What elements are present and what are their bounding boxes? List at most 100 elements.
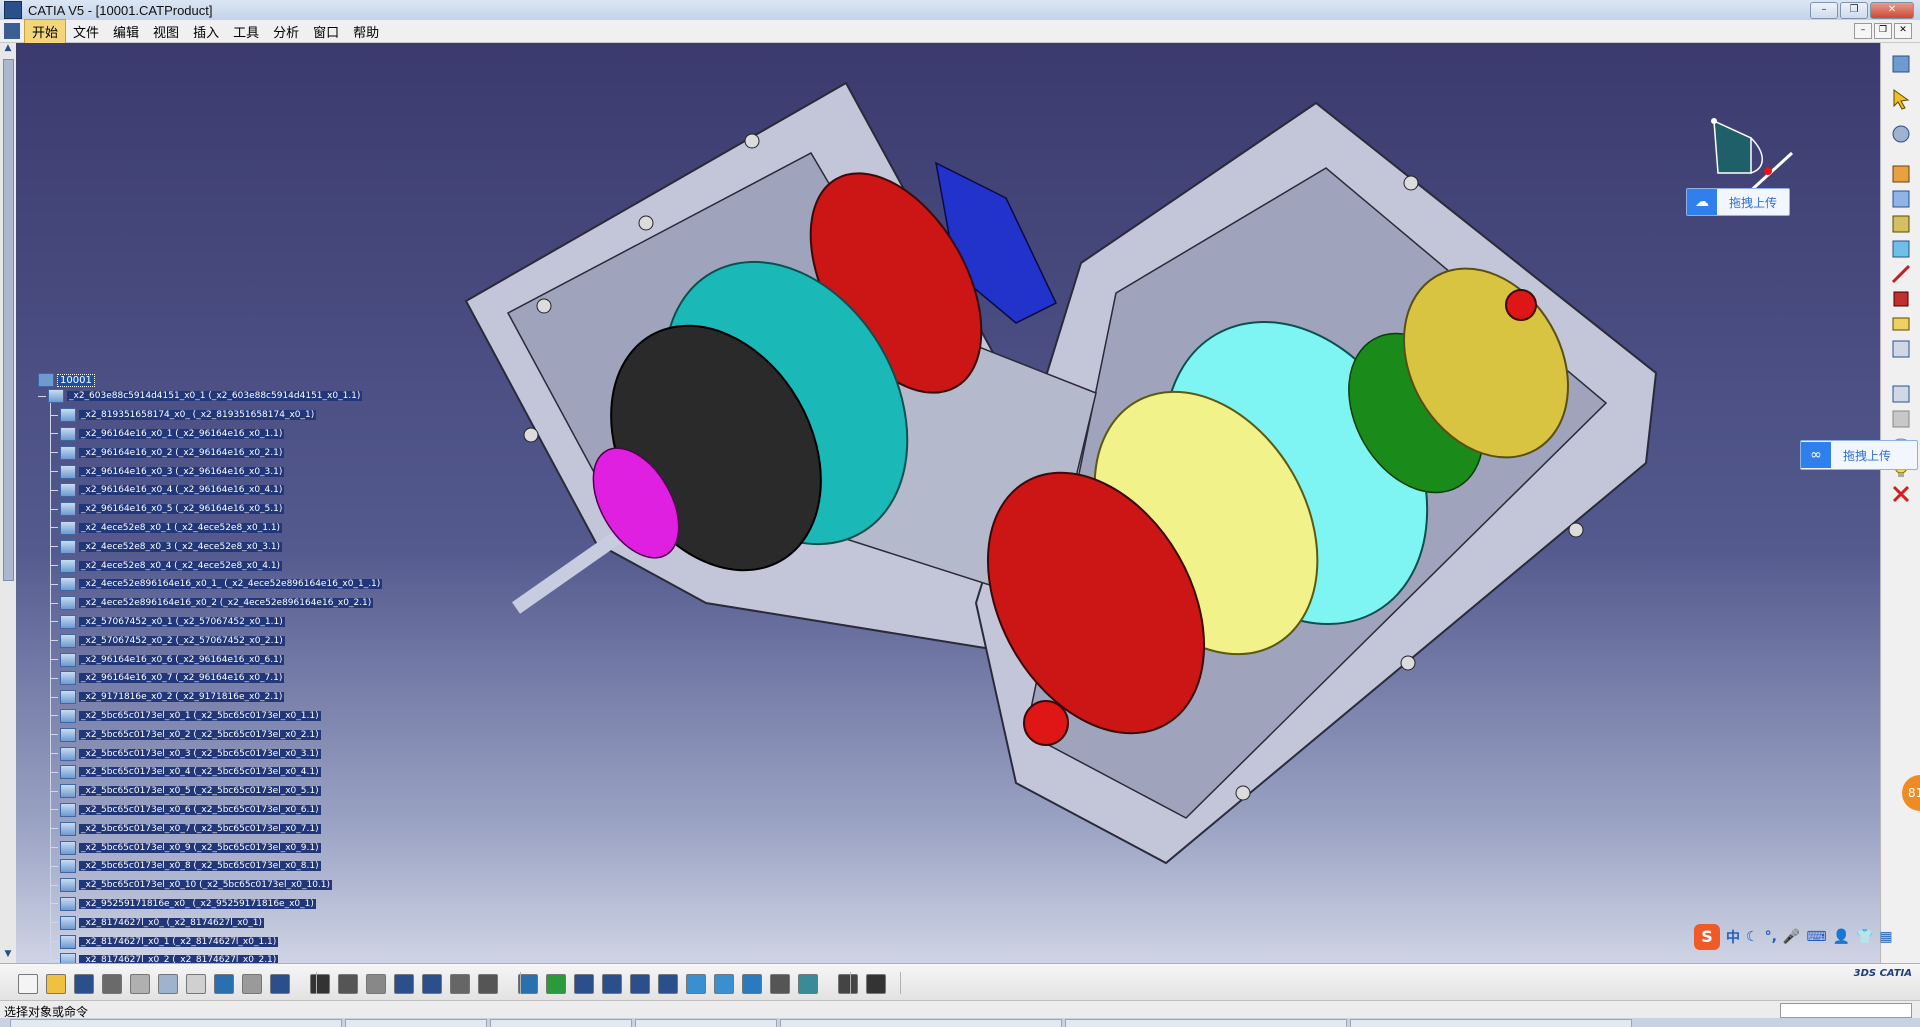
existing-component-icon[interactable] [1890,163,1912,185]
punctuation-icon[interactable]: °, [1765,929,1777,945]
menu-analyze[interactable]: 分析 [266,20,306,43]
normal-view-icon[interactable] [686,974,706,994]
tree-node[interactable]: _x2_96164e16_x0_5 (_x2_96164e16_x0_5.1) [38,500,382,519]
move-icon[interactable] [574,974,594,994]
tree-node[interactable]: _x2_5bc65c0173el_x0_1 (_x2_5bc65c0173el_… [38,707,382,726]
tree-node-label[interactable]: _x2_5bc65c0173el_x0_6 (_x2_5bc65c0173el_… [79,804,321,815]
drag-upload-side-widget[interactable]: ∞ 拖拽上传 [1800,440,1918,470]
user-icon[interactable]: 👤 [1833,929,1850,945]
tree-node-label[interactable]: _x2_5bc65c0173el_x0_10 (_x2_5bc65c0173el… [79,880,333,891]
formula-icon[interactable] [310,974,330,994]
microphone-icon[interactable]: 🎤 [1783,929,1800,945]
cut-icon[interactable] [130,974,150,994]
tree-node-label[interactable]: _x2_96164e16_x0_4 (_x2_96164e16_x0_4.1) [79,485,285,496]
rotate-icon[interactable] [602,974,622,994]
menu-file[interactable]: 文件 [66,20,106,43]
moon-icon[interactable]: ☾ [1746,929,1759,945]
tree-node[interactable]: _x2_5bc65c0173el_x0_2 (_x2_5bc65c0173el_… [38,725,382,744]
parameter-icon[interactable] [478,974,498,994]
tree-node-label[interactable]: _x2_4ece52e8_x0_4 (_x2_4ece52e8_x0_4.1) [79,560,283,571]
swap-icon[interactable] [798,974,818,994]
pan-icon[interactable] [518,974,538,994]
undo-icon[interactable] [214,974,234,994]
tree-node[interactable]: _x2_8174627l_x0_1 (_x2_8174627l_x0_1.1) [38,932,382,951]
save-icon[interactable] [74,974,94,994]
tree-node[interactable]: _x2_96164e16_x0_4 (_x2_96164e16_x0_4.1) [38,481,382,500]
tree-node[interactable]: _x2_57067452_x0_2 (_x2_57067452_x0_2.1) [38,631,382,650]
tree-node[interactable]: _x2_5bc65c0173el_x0_9 (_x2_5bc65c0173el_… [38,838,382,857]
catia-app-icon[interactable] [4,1,22,19]
paste-icon[interactable] [186,974,206,994]
tree-node[interactable]: _x2_5bc65c0173el_x0_7 (_x2_5bc65c0173el_… [38,819,382,838]
tree-node-label[interactable]: _x2_96164e16_x0_6 (_x2_96164e16_x0_6.1) [79,654,285,665]
tree-node-label[interactable]: _x2_96164e16_x0_1 (_x2_96164e16_x0_1.1) [79,428,285,439]
tree-node-label[interactable]: _x2_8174627l_x0_2 (_x2_8174627l_x0_2.1) [79,955,279,963]
capture-icon[interactable] [866,974,886,994]
offset-constraint-icon[interactable] [1890,313,1912,335]
tree-node-label[interactable]: _x2_5bc65c0173el_x0_5 (_x2_5bc65c0173el_… [79,786,321,797]
tree-node[interactable]: _x2_5bc65c0173el_x0_8 (_x2_5bc65c0173el_… [38,857,382,876]
iso-view-icon[interactable] [714,974,734,994]
ime-chinese-mode[interactable]: 中 [1726,927,1740,947]
tree-node-label[interactable]: _x2_57067452_x0_1 (_x2_57067452_x0_1.1) [79,616,285,627]
tree-node[interactable]: _x2_96164e16_x0_2 (_x2_96164e16_x0_2.1) [38,443,382,462]
tree-node-label[interactable]: _x2_5bc65c0173el_x0_8 (_x2_5bc65c0173el_… [79,861,321,872]
new-component-icon[interactable] [1890,188,1912,210]
tree-node-label[interactable]: _x2_4ece52e8_x0_3 (_x2_4ece52e8_x0_3.1) [79,541,283,552]
tree-node-label[interactable]: _x2_96164e16_x0_5 (_x2_96164e16_x0_5.1) [79,504,285,515]
tree-node[interactable]: _x2_5bc65c0173el_x0_10 (_x2_5bc65c0173el… [38,876,382,895]
menu-help[interactable]: 帮助 [346,20,386,43]
spec-icon[interactable] [838,974,858,994]
tree-node-label[interactable]: _x2_96164e16_x0_2 (_x2_96164e16_x0_2.1) [79,447,285,458]
doc-close-button[interactable]: ✕ [1894,23,1912,39]
tree-node[interactable]: _x2_4ece52e896164e16_x0_1_ (_x2_4ece52e8… [38,575,383,594]
tree-scrollbar[interactable]: ▲ ▼ [0,43,17,963]
scroll-down-arrow-icon[interactable]: ▼ [0,949,16,963]
print-icon[interactable] [102,974,122,994]
tree-node[interactable]: _x2_5bc65c0173el_x0_3 (_x2_5bc65c0173el_… [38,744,382,763]
new-product-icon[interactable] [1890,213,1912,235]
menu-view[interactable]: 视图 [146,20,186,43]
tree-node-label[interactable]: _x2_5bc65c0173el_x0_9 (_x2_5bc65c0173el_… [79,842,321,853]
tree-node-label[interactable]: _x2_8174627l_x0_ (_x2_8174627l_x0_1) [79,917,264,928]
delete-icon[interactable] [1890,483,1912,505]
skin-icon[interactable]: 👕 [1856,929,1873,945]
tree-node[interactable]: _x2_96164e16_x0_7 (_x2_96164e16_x0_7.1) [38,669,382,688]
tree-node-label[interactable]: _x2_5bc65c0173el_x0_4 (_x2_5bc65c0173el_… [79,767,321,778]
tree-node[interactable]: _x2_9171816e_x0_2 (_x2_9171816e_x0_2.1) [38,688,382,707]
zoom-out-icon[interactable] [658,974,678,994]
tree-node[interactable]: _x2_4ece52e8_x0_1 (_x2_4ece52e8_x0_1.1) [38,519,382,538]
constraint-icon[interactable] [1890,263,1912,285]
hide-show-icon[interactable] [770,974,790,994]
ime-toolbar[interactable]: S 中 ☾ °, 🎤 ⌨ 👤 👕 ▦ [1694,922,1914,952]
table-icon[interactable] [394,974,414,994]
tree-node-label[interactable]: _x2_4ece52e8_x0_1 (_x2_4ece52e8_x0_1.1) [79,522,283,533]
tree-node[interactable]: _x2_95259171816e_x0_ (_x2_95259171816e_x… [38,895,382,914]
tree-node[interactable]: _x2_5bc65c0173el_x0_6 (_x2_5bc65c0173el_… [38,801,382,820]
help-icon[interactable] [270,974,290,994]
tree-node-label[interactable]: _x2_96164e16_x0_3 (_x2_96164e16_x0_3.1) [79,466,285,477]
doc-minimize-button[interactable]: – [1854,23,1872,39]
catalog-icon[interactable] [450,974,470,994]
menu-grid-icon[interactable]: ▦ [1879,929,1892,945]
tree-node-label[interactable]: _x2_57067452_x0_2 (_x2_57067452_x0_2.1) [79,635,285,646]
open-icon[interactable] [46,974,66,994]
zoom-in-icon[interactable] [630,974,650,994]
menu-tools[interactable]: 工具 [226,20,266,43]
menu-start[interactable]: 开始 [24,18,67,44]
tree-node-label[interactable]: _x2_5bc65c0173el_x0_2 (_x2_5bc65c0173el_… [79,729,321,740]
close-button[interactable]: ✕ [1870,2,1914,19]
tree-node-label[interactable]: _x2_9171816e_x0_2 (_x2_9171816e_x0_2.1) [79,692,285,703]
new-icon[interactable] [18,974,38,994]
tree-node[interactable]: _x2_8174627l_x0_ (_x2_8174627l_x0_1) [38,913,382,932]
fit-all-icon[interactable] [546,974,566,994]
comment-icon[interactable] [338,974,358,994]
tree-root-label[interactable]: 10001 [57,373,95,387]
measure-icon[interactable] [366,974,386,994]
menu-window[interactable]: 窗口 [306,20,346,43]
minimize-button[interactable]: – [1810,2,1838,19]
scroll-up-arrow-icon[interactable]: ▲ [0,43,16,57]
tree-node[interactable]: _x2_4ece52e8_x0_4 (_x2_4ece52e8_x0_4.1) [38,556,382,575]
doc-restore-button[interactable]: ❐ [1874,23,1892,39]
replace-component-icon[interactable] [1890,238,1912,260]
